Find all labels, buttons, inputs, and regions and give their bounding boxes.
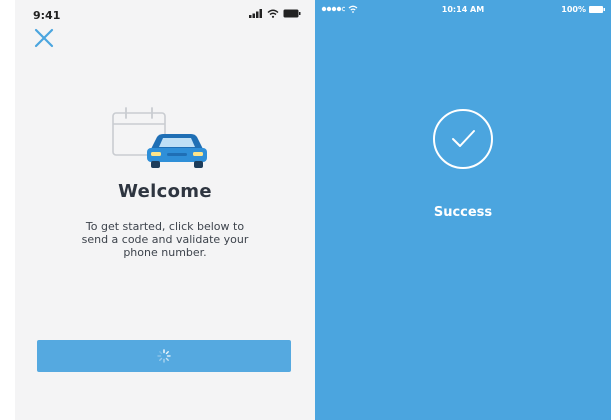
- welcome-message-line: send a code and validate your: [81, 233, 249, 246]
- status-bar-icons: [249, 9, 301, 18]
- welcome-message: To get started, click below to send a co…: [43, 220, 287, 259]
- status-bar-battery: 100%: [561, 5, 605, 14]
- welcome-screen: 9:41 Welcome To get started, click below…: [15, 0, 315, 420]
- welcome-message-line: To get started, click below to: [85, 220, 245, 233]
- status-bar-time: 9:41: [33, 9, 61, 22]
- battery-icon: [283, 9, 301, 18]
- loading-spinner-icon: [157, 349, 171, 363]
- welcome-message-line: phone number.: [123, 246, 207, 259]
- success-screen: 10:14 AM 100% Success: [315, 0, 611, 420]
- send-code-button[interactable]: [37, 340, 291, 372]
- calendar-car-icon: [112, 107, 207, 168]
- welcome-title: Welcome: [118, 181, 212, 202]
- battery-icon: [589, 6, 605, 13]
- success-message: Success: [433, 205, 493, 220]
- battery-percentage: 100%: [561, 5, 586, 14]
- close-icon[interactable]: [33, 27, 55, 49]
- check-circle-icon: [433, 109, 493, 169]
- wifi-icon: [267, 9, 279, 18]
- cellular-signal-icon: [249, 9, 262, 18]
